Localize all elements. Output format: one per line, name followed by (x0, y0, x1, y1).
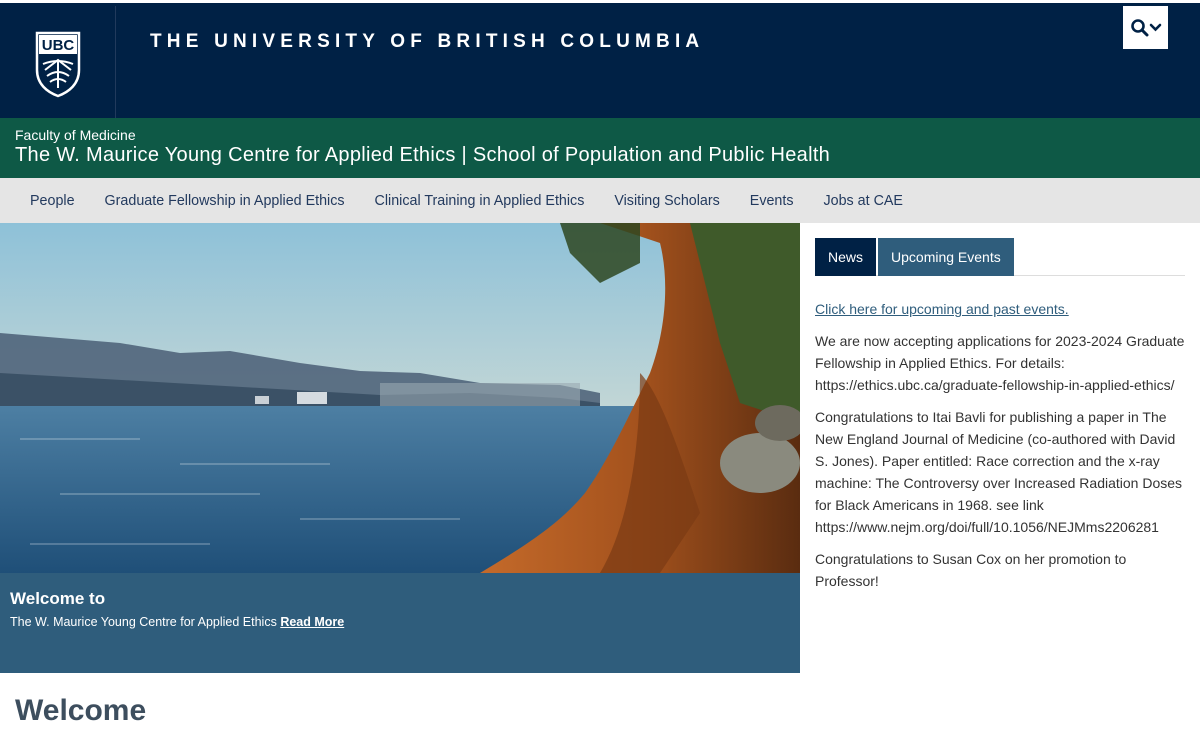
tab-news[interactable]: News (815, 238, 877, 276)
nav-item-graduate-fellowship[interactable]: Graduate Fellowship in Applied Ethics (90, 193, 360, 209)
hero-caption-text: The W. Maurice Young Centre for Applied … (10, 615, 344, 629)
news-item: Congratulations to Itai Bavli for publis… (815, 406, 1185, 538)
nav-item-people[interactable]: People (15, 193, 90, 209)
news-item-text: Congratulations to Susan Cox on her prom… (815, 551, 1127, 589)
search-toggle-button[interactable] (1123, 6, 1168, 49)
news-item-url: https://www.nejm.org/doi/full/10.1056/NE… (815, 519, 1159, 535)
search-icon (1130, 18, 1148, 36)
nav-item-events[interactable]: Events (735, 193, 809, 209)
main-nav: People Graduate Fellowship in Applied Et… (0, 178, 1200, 223)
read-more-link[interactable]: Read More (280, 615, 344, 629)
news-events-widget: News Upcoming Events Click here for upco… (815, 238, 1185, 602)
news-item: We are now accepting applications for 20… (815, 330, 1185, 396)
unit-bar: Faculty of Medicine The W. Maurice Young… (0, 118, 1200, 178)
faculty-link[interactable]: Faculty of Medicine (15, 127, 136, 143)
svg-text:UBC: UBC (41, 37, 74, 54)
nav-item-jobs[interactable]: Jobs at CAE (809, 193, 918, 209)
ubc-logo-link[interactable]: UBC (0, 6, 116, 121)
news-item: Congratulations to Susan Cox on her prom… (815, 548, 1185, 592)
news-panel: Click here for upcoming and past events.… (815, 298, 1185, 592)
news-item-text: Congratulations to Itai Bavli for publis… (815, 409, 1183, 513)
events-link[interactable]: Click here for upcoming and past events. (815, 301, 1069, 317)
chevron-down-icon (1149, 23, 1161, 31)
hero-image (0, 223, 800, 573)
news-item-text: We are now accepting applications for 20… (815, 333, 1185, 371)
nav-item-visiting-scholars[interactable]: Visiting Scholars (599, 193, 734, 209)
hero-caption: Welcome to The W. Maurice Young Centre f… (0, 573, 800, 673)
sidebar-tabs: News Upcoming Events (815, 238, 1185, 276)
unit-name-link[interactable]: The W. Maurice Young Centre for Applied … (15, 144, 830, 167)
hero-caption-body: The W. Maurice Young Centre for Applied … (10, 615, 277, 629)
hero-carousel: Welcome to The W. Maurice Young Centre f… (0, 223, 800, 673)
news-item-url: https://ethics.ubc.ca/graduate-fellowshi… (815, 377, 1175, 393)
ubc-wordmark[interactable]: THE UNIVERSITY OF BRITISH COLUMBIA (150, 31, 704, 53)
tab-upcoming-events[interactable]: Upcoming Events (878, 238, 1014, 276)
ubc-crest-icon: UBC (35, 31, 80, 97)
nav-item-clinical-training[interactable]: Clinical Training in Applied Ethics (360, 193, 600, 209)
page-heading: Welcome (15, 694, 147, 727)
hero-caption-title: Welcome to (10, 589, 106, 608)
ubc-header: UBC THE UNIVERSITY OF BRITISH COLUMBIA (0, 0, 1200, 121)
